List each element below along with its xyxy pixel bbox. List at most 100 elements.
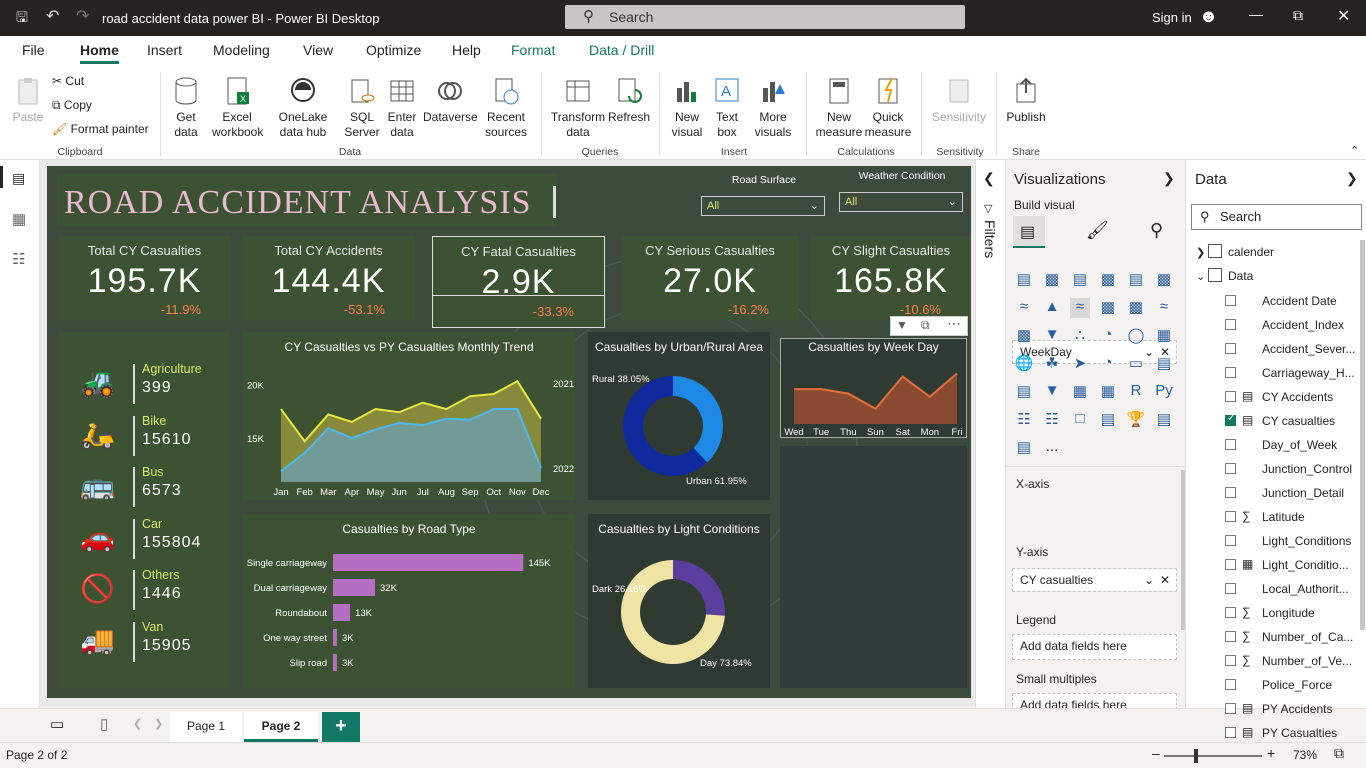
clustered-column-icon[interactable]: ▩ <box>1098 270 1118 290</box>
python-visual-icon[interactable]: Py <box>1154 382 1174 402</box>
decomposition-tree-icon[interactable]: ☷ <box>1042 410 1062 430</box>
chevron-down-icon[interactable]: ⌄ <box>1196 270 1205 283</box>
funnel-icon[interactable]: ▼ <box>1042 326 1062 346</box>
zoom-slider[interactable] <box>1164 755 1262 757</box>
filter-icon[interactable]: ▼ <box>896 318 908 332</box>
field-item[interactable]: Latitude <box>1262 510 1305 524</box>
fit-page-icon[interactable]: ⧉ <box>1334 745 1344 762</box>
redo-icon[interactable]: ↷ <box>76 6 89 26</box>
field-checkbox[interactable] <box>1225 511 1236 522</box>
table-calender[interactable]: calender <box>1228 245 1274 259</box>
stacked-column-100-icon[interactable]: ▩ <box>1154 270 1174 290</box>
collapse-data-icon[interactable]: ❯ <box>1346 170 1358 187</box>
analytics-icon[interactable]: ⚲ <box>1150 220 1163 241</box>
line-clustered-icon[interactable]: ▩ <box>1126 298 1146 318</box>
field-item[interactable]: Junction_Detail <box>1262 486 1344 500</box>
data-search-input[interactable]: ⚲ Search <box>1191 204 1362 230</box>
new-measure-button[interactable]: New measure <box>814 76 864 140</box>
table-data[interactable]: Data <box>1228 269 1253 283</box>
collapse-ribbon-icon[interactable]: ⌃ <box>1350 144 1359 157</box>
zoom-in-icon[interactable]: + <box>1267 745 1275 761</box>
field-item[interactable]: Accident_Sever... <box>1262 342 1355 356</box>
clustered-bar-icon[interactable]: ▤ <box>1070 270 1090 290</box>
slicer-dropdown[interactable]: All ⌄ <box>701 196 825 216</box>
sql-server-button[interactable]: SQL Server <box>342 76 382 140</box>
yaxis-field[interactable]: CY casualties ⌄ ✕ <box>1013 569 1176 591</box>
scatter-icon[interactable]: ∴ <box>1070 326 1090 346</box>
dataverse-button[interactable]: Dataverse <box>423 76 478 125</box>
quick-measure-button[interactable]: Quick measure <box>864 76 912 140</box>
chevron-right-icon[interactable]: ❯ <box>1196 246 1205 259</box>
restore-icon[interactable]: ⧉ <box>1293 7 1303 24</box>
map-icon[interactable]: 🌐 <box>1014 354 1034 374</box>
chevron-down-icon[interactable]: ⌄ <box>1144 569 1154 591</box>
area-chart-icon[interactable]: ▲ <box>1042 298 1062 318</box>
smart-narrative-icon[interactable]: ▤ <box>1098 410 1118 430</box>
more-visuals-ellipsis[interactable]: ... <box>1042 438 1062 458</box>
qa-icon[interactable]: □ <box>1070 410 1090 430</box>
format-painter-button[interactable]: 🖌 Format painter <box>52 122 149 137</box>
collapse-viz-icon[interactable]: ❯ <box>1163 170 1175 187</box>
xaxis-field[interactable]: WeekDay ⌄ ✕ <box>1013 341 1176 363</box>
table-viz-icon[interactable]: ▦ <box>1070 382 1090 402</box>
paginated-report-icon[interactable]: ▤ <box>1154 410 1174 430</box>
field-item[interactable]: Accident Date <box>1262 294 1337 308</box>
pie-icon[interactable]: ◔ <box>1098 326 1118 346</box>
close-icon[interactable]: ✕ <box>1337 6 1350 26</box>
field-checkbox[interactable] <box>1225 439 1236 450</box>
stacked-bar-icon[interactable]: ▤ <box>1014 270 1034 290</box>
metrics-icon[interactable]: 🏆 <box>1126 410 1146 430</box>
build-visual-tab[interactable]: ▤ <box>1013 216 1045 248</box>
line-chart-icon[interactable]: ≈ <box>1014 298 1034 318</box>
prev-page-icon[interactable]: ❮ <box>133 717 142 730</box>
field-checkbox[interactable] <box>1225 679 1236 690</box>
enter-data-button[interactable]: Enter data <box>384 76 420 140</box>
field-item[interactable]: PY Casualties <box>1262 726 1337 740</box>
paste-button[interactable]: Paste <box>10 76 46 125</box>
stacked-area-icon[interactable]: ≈ <box>1070 298 1090 318</box>
onelake-button[interactable]: OneLake data hub <box>266 76 340 140</box>
kpi-card[interactable]: CY Serious Casualties 27.0K -16.2% <box>621 236 799 320</box>
kpi-card[interactable]: CY Slight Casualties 165.8K -10.6% <box>811 236 971 320</box>
menu-format[interactable]: Format <box>511 42 555 58</box>
stacked-bar-100-icon[interactable]: ▤ <box>1126 270 1146 290</box>
field-item[interactable]: Longitude <box>1262 606 1315 620</box>
field-item[interactable]: Carriageway_H... <box>1262 366 1355 380</box>
card-icon[interactable]: ▭ <box>1126 354 1146 374</box>
copy-button[interactable]: ⧉ Copy <box>52 98 92 113</box>
key-influencers-icon[interactable]: ☷ <box>1014 410 1034 430</box>
save-icon[interactable]: 🖫 <box>16 7 28 31</box>
kpi-icon[interactable]: ▤ <box>1014 382 1034 402</box>
search-box[interactable]: ⚲ Search <box>565 5 965 29</box>
slicer-weather[interactable]: Weather Condition All ⌄ <box>839 170 965 218</box>
get-data-button[interactable]: Get data <box>168 76 204 140</box>
zoom-out-icon[interactable]: – <box>1152 745 1160 761</box>
excel-workbook-button[interactable]: X Excel workbook <box>212 76 263 140</box>
remove-field-icon[interactable]: ✕ <box>1160 569 1170 591</box>
field-checkbox[interactable] <box>1225 319 1236 330</box>
menu-optimize[interactable]: Optimize <box>366 42 421 58</box>
zoom-handle[interactable] <box>1194 749 1198 763</box>
next-page-icon[interactable]: ❯ <box>154 717 163 730</box>
field-item[interactable]: CY Accidents <box>1262 390 1333 404</box>
field-checkbox[interactable] <box>1225 391 1236 402</box>
field-checkbox[interactable] <box>1225 487 1236 498</box>
recent-sources-button[interactable]: Recent sources <box>478 76 534 140</box>
field-checkbox[interactable] <box>1225 535 1236 546</box>
power-apps-icon[interactable]: ▤ <box>1014 438 1034 458</box>
field-item[interactable]: Junction_Control <box>1262 462 1352 476</box>
multirow-card-icon[interactable]: ▤ <box>1154 354 1174 374</box>
text-box-button[interactable]: A Text box <box>710 76 744 140</box>
urban-rural-chart[interactable]: Casualties by Urban/Rural Area Rural 38.… <box>588 332 770 500</box>
transform-data-button[interactable]: Transform data <box>550 76 606 140</box>
undo-icon[interactable]: ↶ <box>46 6 59 26</box>
data-scrollbar[interactable] <box>1360 240 1365 630</box>
menu-data-drill[interactable]: Data / Drill <box>589 42 654 58</box>
field-checkbox[interactable] <box>1225 295 1236 306</box>
menu-modeling[interactable]: Modeling <box>213 42 270 58</box>
legend-drop-zone[interactable]: Add data fields here <box>1012 634 1177 660</box>
field-checkbox[interactable] <box>1225 559 1236 570</box>
xaxis-field-well[interactable]: WeekDay ⌄ ✕ <box>1012 340 1177 364</box>
field-checkbox[interactable] <box>1225 343 1236 354</box>
kpi-card-selected[interactable]: CY Fatal Casualties 2.9K -33.3% <box>432 236 605 328</box>
